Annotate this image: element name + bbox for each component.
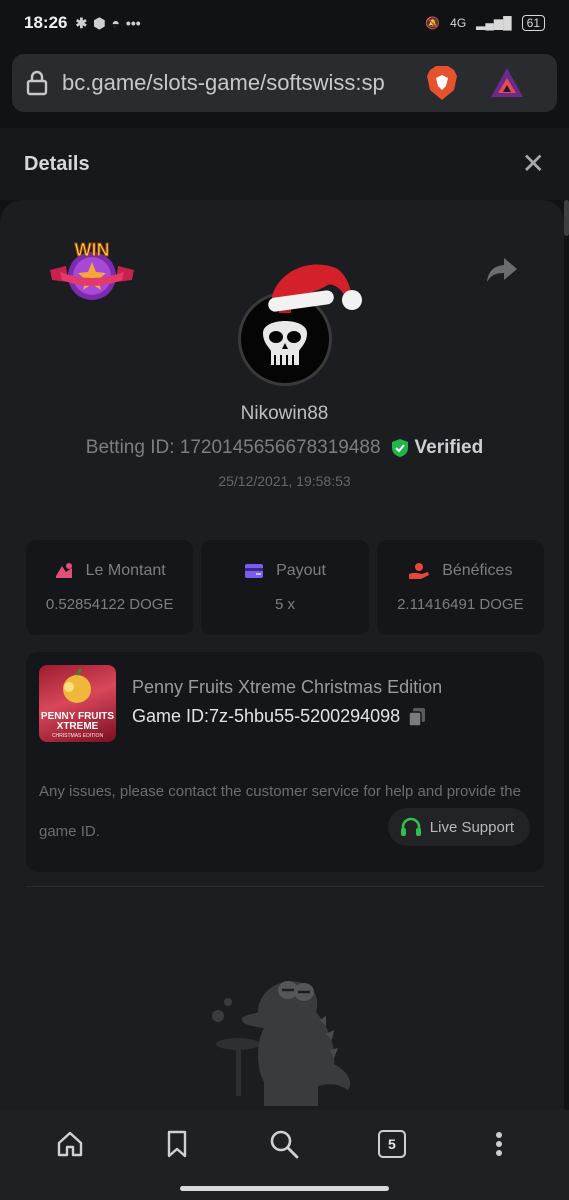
copy-icon[interactable] [408, 707, 426, 727]
close-icon[interactable]: ✕ [522, 150, 545, 178]
game-thumbnail[interactable]: PENNY FRUITS XTREME CHRISTMAS EDITION [39, 665, 116, 742]
status-time: 18:26 [24, 13, 68, 32]
coins-icon [55, 563, 72, 578]
bookmark-icon [167, 1130, 187, 1158]
win-badge-icon: WIN [50, 240, 134, 300]
bet-stats: Le Montant 0.52854122 DOGE Payout 5 x Bé… [26, 540, 544, 635]
mute-icon: 🔕 [425, 16, 441, 30]
address-bar[interactable]: bc.game/slots-game/softswiss:sp [12, 54, 557, 112]
stat-value: 0.52854122 DOGE [45, 596, 174, 613]
browser-bottom-nav: 5 [0, 1110, 569, 1178]
stat-amount: Le Montant 0.52854122 DOGE [26, 540, 194, 635]
stat-label: Payout [276, 562, 326, 579]
thumbnail-subtitle: CHRISTMAS EDITION [51, 733, 104, 739]
bookmarks-button[interactable] [157, 1124, 197, 1164]
gesture-bar [0, 1178, 569, 1200]
bluetooth-icon: ✱ [75, 14, 88, 31]
thumbnail-title: PENNY FRUITS XTREME [40, 711, 115, 732]
scrollbar[interactable] [564, 200, 569, 236]
search-icon [271, 1130, 299, 1159]
home-indicator[interactable] [180, 1186, 389, 1191]
betting-info-row: Betting ID: 1720145656678319488 Verified [0, 437, 564, 459]
home-button[interactable] [50, 1124, 90, 1164]
live-support-button[interactable]: Live Support [387, 808, 530, 846]
bet-details-card: WIN Nikowin88 Betting ID: 17201456566783… [0, 200, 564, 1110]
more-notifications-icon: ••• [125, 14, 141, 31]
crocodile-mascot-icon [212, 981, 351, 1106]
bat-rewards-icon[interactable] [489, 66, 525, 100]
brave-shields-icon[interactable] [425, 64, 459, 102]
username: Nikowin88 [240, 403, 329, 424]
vpn-icon: ◓ [111, 14, 120, 31]
stat-value: 5 x [274, 596, 295, 613]
stat-value: 2.11416491 DOGE [397, 596, 524, 613]
win-badge-text: WIN [75, 240, 110, 260]
signal-icon: ▂▄▆█ [476, 16, 512, 30]
divider [26, 886, 544, 887]
game-name[interactable]: Penny Fruits Xtreme Christmas Edition [132, 677, 442, 698]
url-text[interactable]: bc.game/slots-game/softswiss:sp [62, 70, 417, 96]
live-support-label: Live Support [429, 818, 514, 836]
tab-count: 5 [377, 1130, 406, 1158]
bet-timestamp: 25/12/2021, 19:58:53 [218, 473, 351, 489]
stat-payout: Payout 5 x [201, 540, 369, 635]
game-id: Game ID:7z-5hbu55-5200294098 [132, 706, 401, 726]
search-button[interactable] [264, 1124, 304, 1164]
verified-label: Verified [414, 437, 484, 458]
headset-icon [400, 817, 421, 836]
hand-coin-icon [409, 563, 430, 579]
menu-button[interactable] [479, 1124, 519, 1164]
details-header: Details ✕ [0, 128, 569, 200]
status-bar: 18:26 ✱ ⬢ ◓ ••• 🔕 4G ▂▄▆█ 61 [0, 0, 569, 46]
game-card: PENNY FRUITS XTREME CHRISTMAS EDITION Pe… [26, 652, 544, 872]
betting-id: Betting ID: 1720145656678319488 [85, 437, 381, 458]
game-id-row: Game ID:7z-5hbu55-5200294098 [132, 706, 426, 727]
stat-label: Le Montant [85, 562, 166, 579]
share-icon[interactable] [486, 256, 518, 284]
home-icon [57, 1131, 82, 1157]
avatar [236, 256, 366, 386]
tabs-button[interactable]: 5 [372, 1124, 412, 1164]
verified-badge: Verified [391, 437, 484, 459]
wallet-icon [245, 564, 264, 578]
battery-indicator: 61 [521, 15, 545, 31]
shield-icon: ⬢ [93, 14, 106, 31]
santa-hat-icon [268, 264, 362, 312]
stat-profit: Bénéfices 2.11416491 DOGE [376, 540, 544, 635]
network-type: 4G [450, 16, 467, 30]
lock-icon [26, 70, 48, 96]
page-title: Details [24, 152, 90, 175]
stat-label: Bénéfices [442, 562, 513, 579]
more-vertical-icon [496, 1132, 503, 1156]
verified-shield-icon [391, 439, 408, 457]
